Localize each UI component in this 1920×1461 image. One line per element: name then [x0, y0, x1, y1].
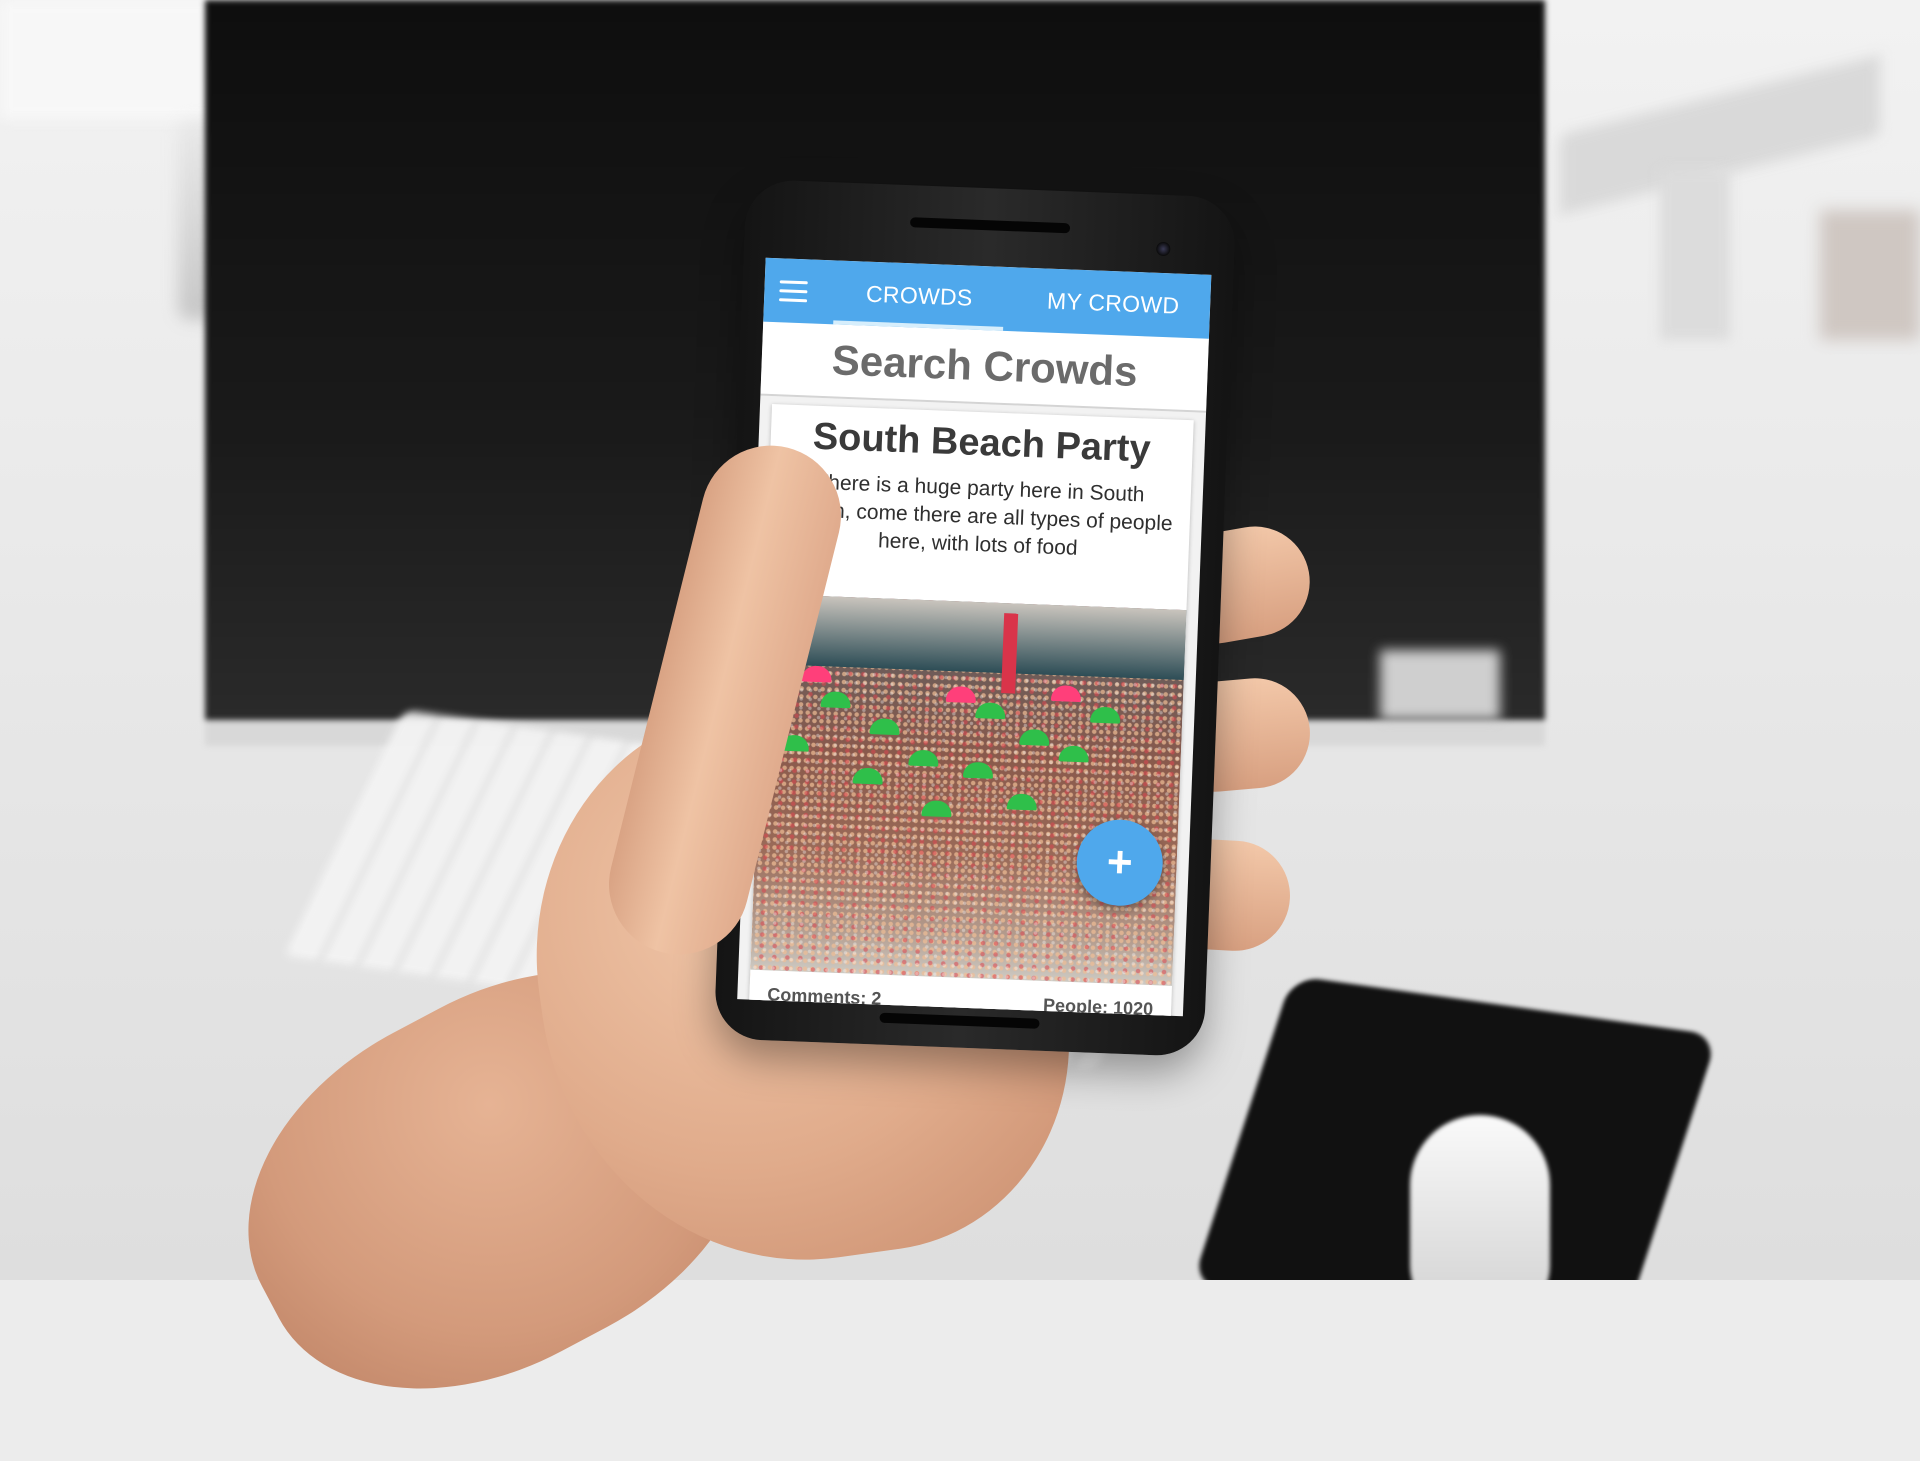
- mouse: [1410, 1115, 1550, 1280]
- tab-crowds[interactable]: CROWDS: [821, 260, 1017, 331]
- crowd-photo-stage: [762, 593, 1187, 681]
- crowd-photo-umbrella: [908, 749, 939, 767]
- hamburger-menu-icon[interactable]: [763, 258, 823, 324]
- crowd-photo-umbrella: [820, 691, 852, 709]
- crowd-photo-umbrella: [945, 685, 977, 704]
- search-crowds-label: Search Crowds: [831, 336, 1139, 396]
- crowd-photo: [749, 593, 1187, 1000]
- crowd-photo-umbrella: [921, 800, 952, 818]
- crowd-photo-umbrella: [975, 702, 1006, 720]
- crowd-photo-umbrella: [1019, 728, 1050, 746]
- crowd-photo-umbrella: [869, 718, 901, 736]
- tab-crowds-label: CROWDS: [865, 280, 974, 311]
- crowd-photo-umbrella: [801, 665, 833, 683]
- crowd-photo-umbrella: [1006, 793, 1038, 811]
- crowd-photo-umbrella: [962, 761, 994, 779]
- crowd-photo-tower: [1001, 613, 1019, 694]
- crowd-photo-umbrella: [1058, 745, 1090, 763]
- crowd-photo-umbrella: [852, 767, 884, 785]
- tab-my-crowd[interactable]: MY CROWD: [1015, 267, 1211, 338]
- blurred-lamp-arm: [1660, 170, 1730, 340]
- crowd-photo-umbrella: [1090, 706, 1121, 724]
- plus-icon: +: [1105, 837, 1134, 888]
- blurred-monitor-stand: [1380, 650, 1500, 720]
- tab-my-crowd-label: MY CROWD: [1046, 287, 1180, 319]
- blurred-frame: [1820, 210, 1920, 340]
- blurred-paper: [0, 0, 240, 120]
- crowd-photo-umbrella: [1050, 684, 1082, 703]
